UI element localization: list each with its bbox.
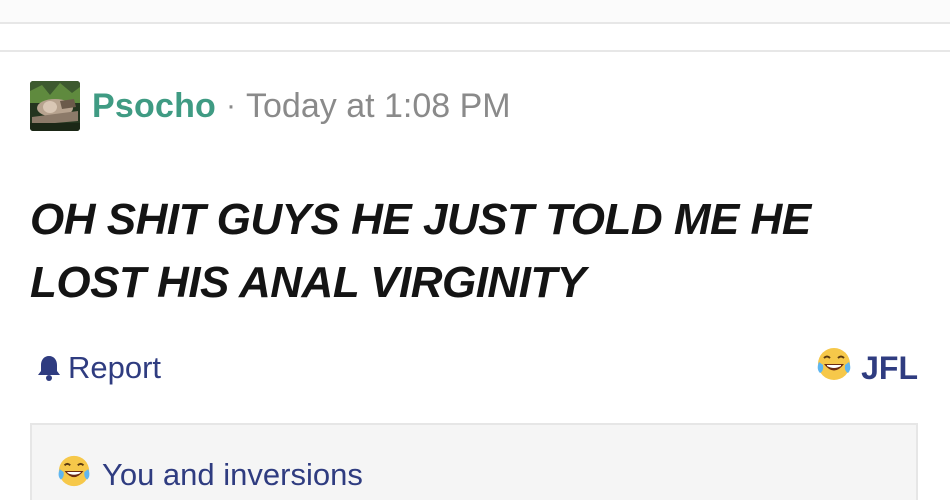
post-divider xyxy=(0,50,950,52)
reaction-label: JFL xyxy=(861,349,918,386)
post-message: OH SHIT GUYS HE JUST TOLD ME HE LOST HIS… xyxy=(30,195,811,307)
post-header: Psocho · Today at 1:08 PM xyxy=(30,80,511,132)
report-link[interactable]: Report xyxy=(36,350,161,386)
avatar[interactable] xyxy=(30,81,80,131)
reaction-button[interactable]: JFL xyxy=(815,345,918,391)
forum-post-page: Psocho · Today at 1:08 PM OH SHIT GUYS H… xyxy=(0,0,950,500)
bell-icon xyxy=(38,356,60,381)
post-timestamp[interactable]: Today at 1:08 PM xyxy=(246,87,511,126)
reactions-summary-text: You and inversions xyxy=(102,457,363,492)
laughing-crying-emoji-icon xyxy=(56,453,92,497)
report-label: Report xyxy=(68,350,162,385)
laughing-crying-emoji-icon xyxy=(815,345,853,391)
reactions-summary[interactable]: You and inversions xyxy=(56,453,363,497)
top-divider xyxy=(0,0,950,24)
reactions-summary-bar: You and inversions xyxy=(30,423,918,500)
meta-separator: · xyxy=(226,89,237,122)
post-author[interactable]: Psocho xyxy=(92,87,216,126)
